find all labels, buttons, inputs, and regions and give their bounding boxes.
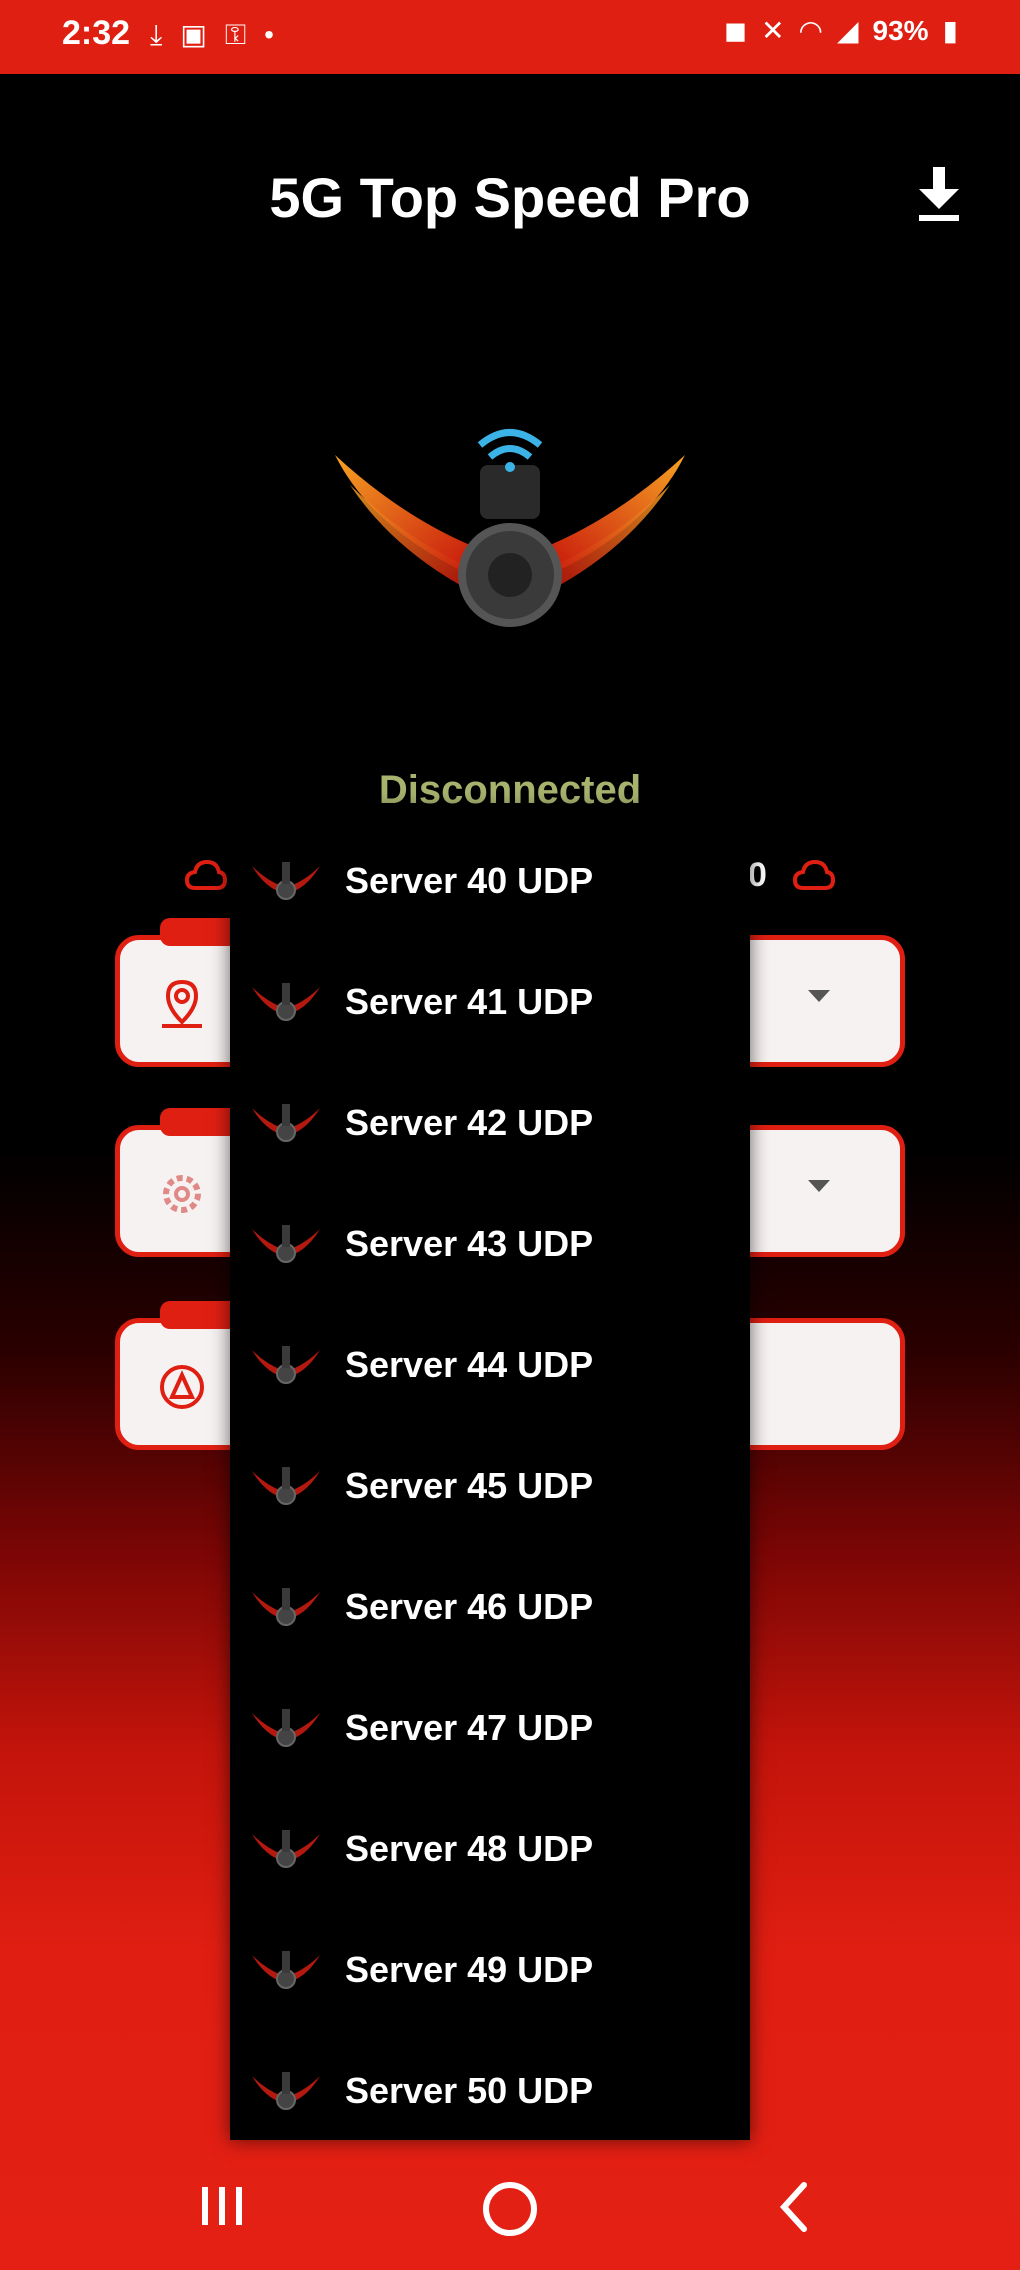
back-icon[interactable]	[778, 2181, 808, 2233]
wings-server-icon	[252, 1588, 320, 1626]
server-option-label: Server 50 UDP	[345, 2070, 594, 2111]
app-logo	[335, 429, 685, 627]
server-option[interactable]: Server 50 UDP	[230, 2050, 750, 2130]
wings-server-icon	[252, 2072, 320, 2110]
wings-server-icon	[252, 1346, 320, 1384]
signal-icon: ◢	[836, 15, 859, 46]
status-system-icons: ◼ ✕ ◠ ◢ 93% ▮	[724, 14, 958, 48]
location-pin-icon	[162, 979, 202, 1028]
navigation-bar	[0, 2145, 1020, 2270]
app-title: 5G Top Speed Pro	[269, 166, 751, 229]
server-option[interactable]: Server 42 UDP	[230, 1082, 750, 1162]
wings-server-icon	[252, 1225, 320, 1263]
upload-cloud-icon	[185, 859, 227, 890]
server-option-label: Server 47 UDP	[345, 1707, 594, 1748]
server-option-label: Server 48 UDP	[345, 1828, 594, 1869]
battery-icon: ▮	[942, 15, 958, 46]
server-option-label: Server 45 UDP	[345, 1465, 594, 1506]
server-option[interactable]: Server 41 UDP	[230, 961, 750, 1041]
wifi-icon: ◠	[798, 15, 823, 46]
card-tag	[160, 918, 240, 946]
user-icon	[160, 1365, 204, 1409]
dot-notification-icon: •	[264, 19, 274, 50]
status-time: 2:32	[62, 14, 131, 52]
chevron-down-icon	[808, 1180, 830, 1192]
home-icon[interactable]	[480, 2179, 540, 2239]
status-notification-icons: ⤓ ▣ ⚿ •	[150, 18, 274, 52]
vpn-notification-icon: ⚿	[224, 19, 247, 50]
gear-icon	[163, 1175, 201, 1213]
server-option[interactable]: Server 49 UDP	[230, 1929, 750, 2009]
wings-server-icon	[252, 1467, 320, 1505]
server-option[interactable]: Server 44 UDP	[230, 1324, 750, 1404]
server-option-label: Server 49 UDP	[345, 1949, 594, 1990]
wings-server-icon	[252, 862, 320, 900]
server-option[interactable]: Server 43 UDP	[230, 1203, 750, 1283]
status-bar: 2:32 ⤓ ▣ ⚿ • ◼ ✕ ◠ ◢ 93% ▮	[0, 0, 1020, 74]
wings-server-icon	[252, 1951, 320, 1989]
server-option[interactable]: Server 46 UDP	[230, 1566, 750, 1646]
server-option[interactable]: Server 40 UDP	[230, 840, 750, 920]
alarm-icon: ◼	[723, 15, 748, 46]
server-option-label: Server 44 UDP	[345, 1344, 594, 1385]
server-option[interactable]: Server 48 UDP	[230, 1808, 750, 1888]
download-speed-value: 0	[748, 856, 767, 894]
battery-level: 93%	[872, 15, 929, 46]
mute-icon: ✕	[761, 15, 785, 46]
card-tag	[160, 1301, 240, 1329]
connection-status: Disconnected	[378, 768, 642, 812]
wings-server-icon	[252, 1709, 320, 1747]
server-option-label: Server 43 UDP	[345, 1223, 594, 1264]
server-option-label: Server 41 UDP	[345, 981, 594, 1022]
server-option[interactable]: Server 47 UDP	[230, 1687, 750, 1767]
wings-server-icon	[252, 1830, 320, 1868]
server-option-label: Server 46 UDP	[345, 1586, 594, 1627]
wings-server-icon	[252, 1104, 320, 1142]
wings-server-icon	[252, 983, 320, 1021]
download-notification-icon: ⤓	[150, 19, 163, 50]
server-option-label: Server 40 UDP	[345, 860, 594, 901]
server-dropdown-list: Server 40 UDP Server 41 UDP Server 42 UDP S…	[230, 810, 750, 2140]
recent-apps-icon[interactable]	[198, 2183, 246, 2229]
chevron-down-icon	[808, 990, 830, 1002]
download-cloud-icon	[793, 859, 835, 890]
card-tag	[160, 1108, 240, 1136]
gallery-notification-icon: ▣	[180, 19, 207, 50]
app-screen: 2:32 ⤓ ▣ ⚿ • ◼ ✕ ◠ ◢ 93% ▮ 5G Top Speed …	[0, 0, 1020, 2270]
server-option-label: Server 42 UDP	[345, 1102, 594, 1143]
download-icon[interactable]	[915, 165, 963, 223]
server-option[interactable]: Server 45 UDP	[230, 1445, 750, 1525]
